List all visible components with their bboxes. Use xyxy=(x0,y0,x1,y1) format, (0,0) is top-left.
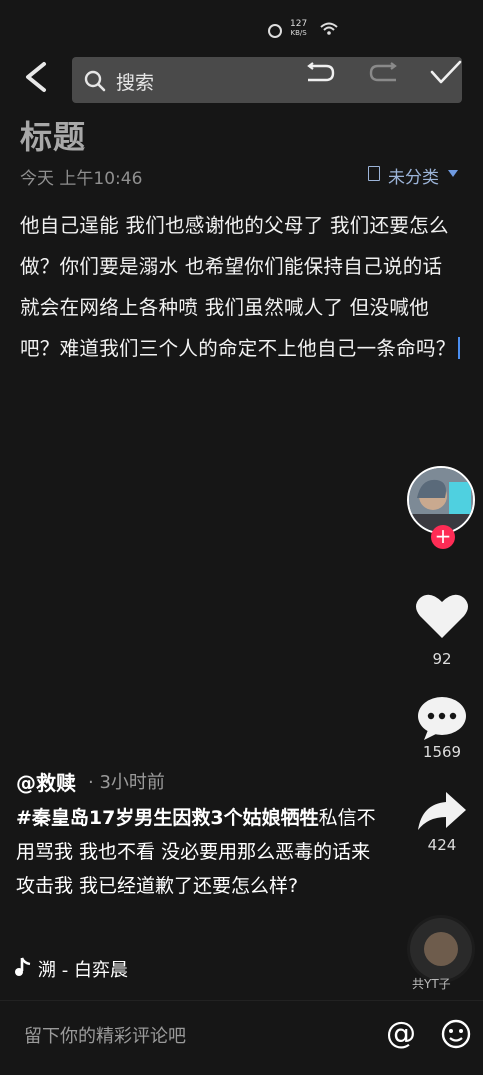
wifi-icon xyxy=(320,22,338,35)
share-arrow-icon[interactable] xyxy=(416,790,468,832)
search-icon xyxy=(84,70,106,92)
network-speed: 127 KB/S xyxy=(290,19,308,38)
disc-label: 共YT子 xyxy=(412,977,451,991)
redo-icon[interactable] xyxy=(368,62,400,84)
heart-icon[interactable] xyxy=(414,592,470,642)
share-count: 424 xyxy=(427,836,457,854)
music-cover xyxy=(424,932,458,966)
music-note-icon xyxy=(15,957,31,976)
alarm-icon xyxy=(268,24,282,38)
back-arrow-icon[interactable] xyxy=(18,58,56,96)
username[interactable]: @救赎 xyxy=(16,767,76,796)
status-bar: 127 KB/S xyxy=(0,0,483,46)
text-cursor xyxy=(457,337,460,359)
folder-icon xyxy=(368,166,380,181)
search-label[interactable]: 搜索 xyxy=(116,68,154,95)
like-count: 92 xyxy=(432,650,452,668)
chevron-down-icon[interactable] xyxy=(448,170,458,177)
note-body[interactable]: 他自己逞能 我们也感谢他的父母了 我们还要怎么做？你们要是溺水 也希望你们能保持… xyxy=(20,205,460,369)
folder-selector[interactable]: 未分类 xyxy=(388,163,439,188)
undo-icon[interactable] xyxy=(304,62,336,84)
emoji-icon[interactable] xyxy=(440,1018,472,1050)
post-time: · 3小时前 xyxy=(88,772,165,793)
comment-count: 1569 xyxy=(422,743,462,761)
follow-button[interactable]: + xyxy=(431,525,455,549)
comment-input[interactable]: 留下你的精彩评论吧 xyxy=(24,1022,186,1048)
check-icon[interactable] xyxy=(430,60,462,86)
hashtag[interactable]: #秦皇岛17岁男生因救3个姑娘牺牲 xyxy=(16,807,319,829)
mention-button[interactable]: @ xyxy=(386,1016,416,1051)
note-date: 今天 上午10:46 xyxy=(20,169,143,189)
note-title[interactable]: 标题 xyxy=(20,112,86,158)
music-title[interactable]: 溯 - 白弈晨 xyxy=(38,956,128,982)
comment-icon[interactable] xyxy=(414,696,470,742)
post-caption: #秦皇岛17岁男生因救3个姑娘牺牲私信不用骂我 我也不看 没必要用那么恶毒的话来… xyxy=(16,807,376,897)
